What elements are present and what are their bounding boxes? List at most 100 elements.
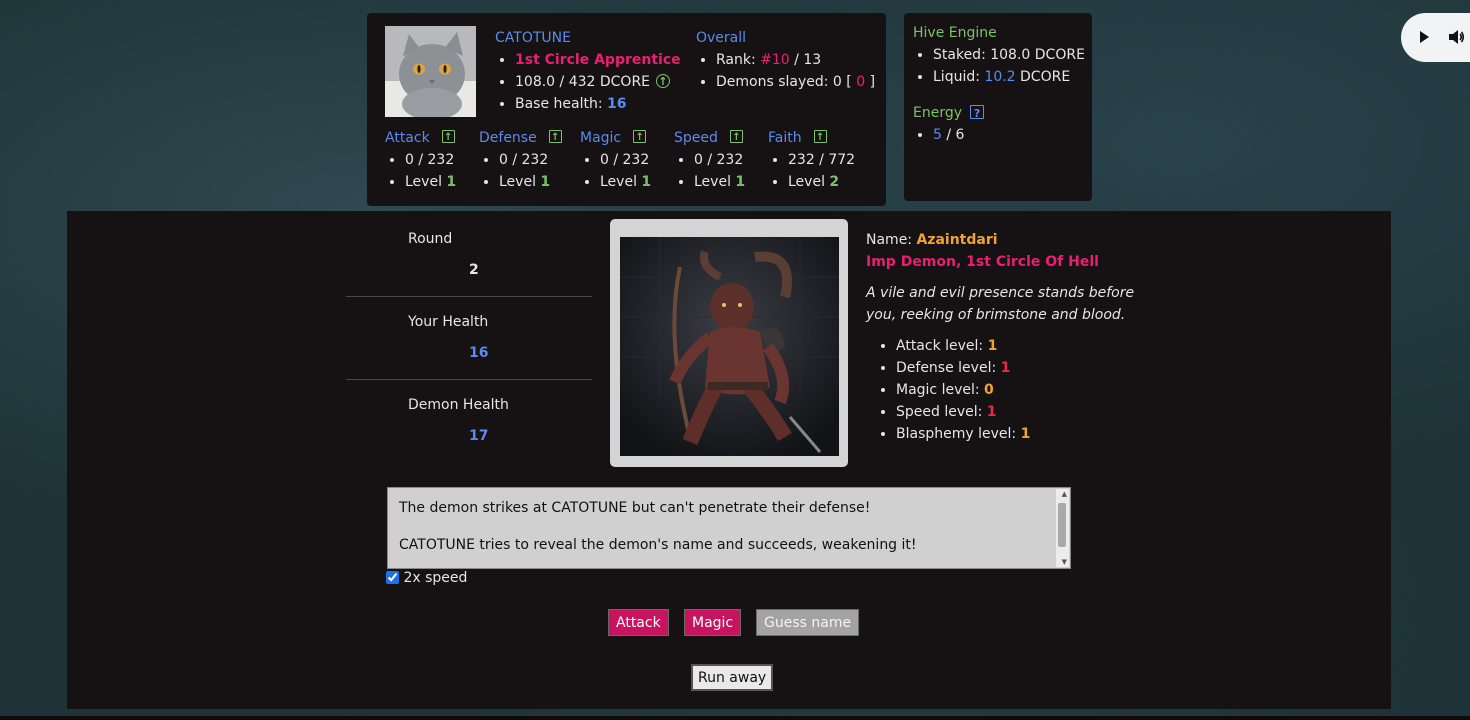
log-scrollbar[interactable]: ▲ ▼ bbox=[1056, 489, 1069, 567]
magic-button[interactable]: Magic bbox=[684, 609, 742, 636]
demon-name: Azaintdari bbox=[916, 232, 998, 248]
round-label: Round bbox=[408, 231, 453, 247]
base-health-label: Base health: bbox=[515, 96, 608, 112]
stat-name: Attack bbox=[385, 130, 430, 146]
demon-stat-value: 1 bbox=[986, 404, 997, 420]
stat-progress: 0 / 232 bbox=[405, 152, 455, 168]
volume-icon[interactable] bbox=[1447, 28, 1465, 46]
stat-level: 1 bbox=[540, 174, 551, 190]
stat-name: Faith bbox=[768, 130, 802, 146]
stat-defense: Defense 0 / 232 Level 1 bbox=[479, 127, 562, 193]
bottom-bar bbox=[0, 716, 1470, 720]
demon-stat-label: Attack level: bbox=[896, 338, 988, 354]
attack-button[interactable]: Attack bbox=[608, 609, 669, 636]
hive-liquid-value: 10.2 bbox=[984, 69, 1016, 85]
stat-magic: Magic 0 / 232 Level 1 bbox=[580, 127, 651, 193]
stat-progress: 0 / 232 bbox=[499, 152, 549, 168]
demon-stat-value: 1 bbox=[1020, 426, 1031, 442]
hive-title: Hive Engine bbox=[913, 25, 997, 41]
stat-name: Magic bbox=[580, 130, 622, 146]
demons-slayed-end: ] bbox=[865, 74, 876, 90]
arrow-up-square-icon[interactable] bbox=[813, 127, 827, 149]
demon-stat-item: Defense level: 1 bbox=[896, 357, 1136, 379]
speed-checkbox[interactable] bbox=[386, 571, 399, 584]
round-value: 2 bbox=[469, 262, 479, 278]
demon-stat-label: Defense level: bbox=[896, 360, 1001, 376]
demon-portrait-frame bbox=[610, 219, 848, 467]
demon-stat-label: Magic level: bbox=[896, 382, 985, 398]
stat-faith: Faith 232 / 772 Level 2 bbox=[768, 127, 855, 193]
hive-staked: Staked: 108.0 DCORE bbox=[933, 47, 1085, 63]
divider bbox=[346, 379, 592, 380]
your-health-block: Your Health 16 bbox=[346, 314, 592, 374]
scroll-down-icon[interactable]: ▼ bbox=[1062, 558, 1067, 566]
stat-name: Defense bbox=[479, 130, 537, 146]
stat-name: Speed bbox=[674, 130, 718, 146]
guess-name-button[interactable]: Guess name bbox=[756, 609, 860, 636]
demon-image bbox=[620, 237, 839, 456]
demon-health-value: 17 bbox=[469, 428, 489, 444]
stat-level-label: Level bbox=[788, 174, 830, 190]
demon-description: A vile and evil presence stands before y… bbox=[866, 285, 1135, 323]
player-dcore-progress: 108.0 / 432 DCORE bbox=[515, 74, 651, 90]
stat-progress: 0 / 232 bbox=[600, 152, 650, 168]
arrow-up-square-icon[interactable] bbox=[633, 127, 647, 149]
base-health-value: 16 bbox=[607, 96, 627, 112]
demon-type: Imp Demon, 1st Circle Of Hell bbox=[866, 254, 1099, 270]
stat-level-label: Level bbox=[405, 174, 447, 190]
scroll-thumb[interactable] bbox=[1058, 503, 1066, 547]
arrow-up-square-icon[interactable] bbox=[441, 127, 455, 149]
hive-liquid-label: Liquid: bbox=[933, 69, 985, 85]
demon-health-label: Demon Health bbox=[408, 397, 509, 413]
demon-stat-item: Magic level: 0 bbox=[896, 379, 1136, 401]
arrow-up-square-icon[interactable] bbox=[729, 127, 743, 149]
battle-log[interactable]: The demon strikes at CATOTUNE but can't … bbox=[387, 487, 1071, 569]
stat-level-label: Level bbox=[499, 174, 541, 190]
speed-label: 2x speed bbox=[403, 570, 468, 586]
stat-progress: 0 / 232 bbox=[694, 152, 744, 168]
arrow-up-square-icon[interactable] bbox=[548, 127, 562, 149]
player-panel: CATOTUNE 1st Circle Apprentice 108.0 / 4… bbox=[367, 13, 886, 206]
energy-title: Energy bbox=[913, 105, 963, 121]
demon-info: Name: Azaintdari Imp Demon, 1st Circle O… bbox=[866, 229, 1136, 445]
stat-speed: Speed 0 / 232 Level 1 bbox=[674, 127, 745, 193]
battle-panel: Round 2 Your Health 16 Demon Health 17 N… bbox=[67, 211, 1391, 709]
demon-portrait bbox=[620, 237, 839, 456]
cat-avatar-image bbox=[385, 26, 476, 117]
player-name: CATOTUNE bbox=[495, 30, 571, 46]
stat-level: 2 bbox=[829, 174, 840, 190]
demon-stat-item: Attack level: 1 bbox=[896, 335, 1136, 357]
stat-level: 1 bbox=[735, 174, 746, 190]
demon-stat-item: Speed level: 1 bbox=[896, 401, 1136, 423]
demons-slayed-count: 0 bbox=[856, 74, 866, 90]
log-line: The demon strikes at CATOTUNE but can't … bbox=[399, 500, 871, 516]
scroll-up-icon[interactable]: ▲ bbox=[1062, 490, 1067, 498]
stat-level: 1 bbox=[446, 174, 457, 190]
log-line: CATOTUNE tries to reveal the demon's nam… bbox=[399, 537, 917, 553]
demon-stat-label: Blasphemy level: bbox=[896, 426, 1021, 442]
play-icon[interactable] bbox=[1420, 31, 1429, 43]
demon-stat-label: Speed level: bbox=[896, 404, 987, 420]
player-avatar bbox=[385, 26, 476, 117]
demon-stat-value: 0 bbox=[984, 382, 994, 398]
energy-max: / 6 bbox=[941, 127, 965, 143]
run-away-button[interactable]: Run away bbox=[691, 664, 774, 691]
round-block: Round 2 bbox=[346, 231, 592, 291]
question-icon[interactable] bbox=[970, 103, 985, 125]
your-health-value: 16 bbox=[469, 345, 489, 361]
player-info: CATOTUNE 1st Circle Apprentice 108.0 / 4… bbox=[495, 27, 681, 115]
hive-engine-panel: Hive Engine Staked: 108.0 DCORE Liquid: … bbox=[904, 13, 1092, 201]
rank-label: Rank: bbox=[716, 52, 761, 68]
arrow-up-circle-icon[interactable] bbox=[656, 71, 671, 93]
demons-slayed-label: Demons slayed: 0 [ bbox=[716, 74, 857, 90]
overall-info: Overall Rank: #10 / 13 Demons slayed: 0 … bbox=[696, 27, 875, 93]
stat-level: 1 bbox=[641, 174, 652, 190]
your-health-label: Your Health bbox=[408, 314, 489, 330]
rank-total: / 13 bbox=[789, 52, 822, 68]
demon-health-block: Demon Health 17 bbox=[346, 397, 592, 457]
hive-liquid-unit: DCORE bbox=[1015, 69, 1071, 85]
rank-value: #10 bbox=[760, 52, 790, 68]
stat-progress: 232 / 772 bbox=[788, 152, 856, 168]
divider bbox=[346, 296, 592, 297]
stat-level-label: Level bbox=[694, 174, 736, 190]
